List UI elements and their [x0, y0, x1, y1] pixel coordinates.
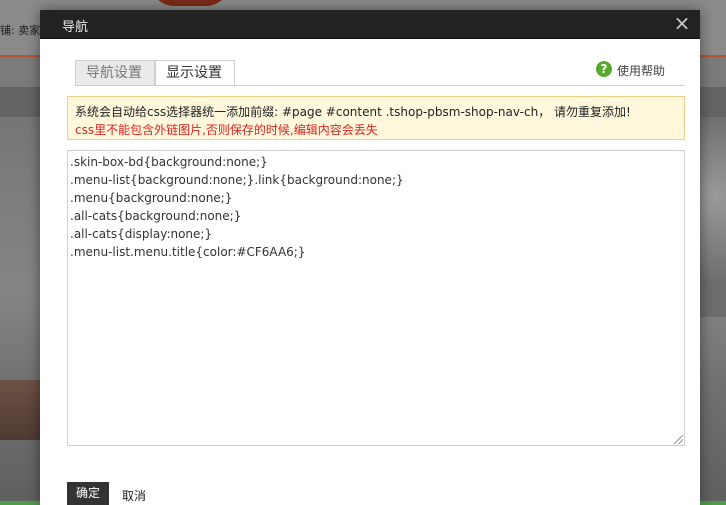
close-icon[interactable]: × [672, 13, 692, 33]
notice-warning-text: css里不能包含外链图片,否则保存的时候,编辑内容会丢失 [75, 123, 378, 137]
css-line: .menu{background:none;} [70, 191, 233, 205]
tab-navigation-settings[interactable]: 导航设置 [75, 60, 155, 85]
help-label: 使用帮助 [617, 64, 666, 78]
tab-display-settings[interactable]: 显示设置 [155, 60, 235, 86]
resize-grip-icon[interactable] [674, 435, 683, 444]
css-line: .menu-list.menu.title{color:#CF6AA6;} [70, 245, 306, 259]
css-textarea[interactable]: .skin-box-bd{background:none;} .menu-lis… [67, 150, 685, 446]
navigation-dialog: 导航 × 导航设置 显示设置 ? 使用帮助 系统会自动给css选择器统一添加前缀… [40, 10, 700, 505]
notice-prefix-text: 系统会自动给css选择器统一添加前缀: #page #content .tsho… [75, 105, 631, 119]
question-icon: ? [596, 61, 612, 77]
css-code-lines: .skin-box-bd{background:none;} .menu-lis… [70, 153, 404, 261]
tab-divider [75, 85, 685, 86]
css-line: .all-cats{background:none;} [70, 209, 242, 223]
dialog-title: 导航 [62, 20, 89, 35]
cancel-button[interactable]: 取消 [122, 487, 146, 504]
prefix-notice: 系统会自动给css选择器统一添加前缀: #page #content .tsho… [67, 96, 685, 140]
background-wood-detail [0, 380, 45, 440]
dialog-header: 导航 × [40, 10, 700, 39]
css-line: .all-cats{display:none;} [70, 227, 213, 241]
confirm-button[interactable]: 确定 [67, 482, 109, 505]
css-line: .menu-list{background:none;}.link{backgr… [70, 173, 404, 187]
css-line: .skin-box-bd{background:none;} [70, 155, 268, 169]
